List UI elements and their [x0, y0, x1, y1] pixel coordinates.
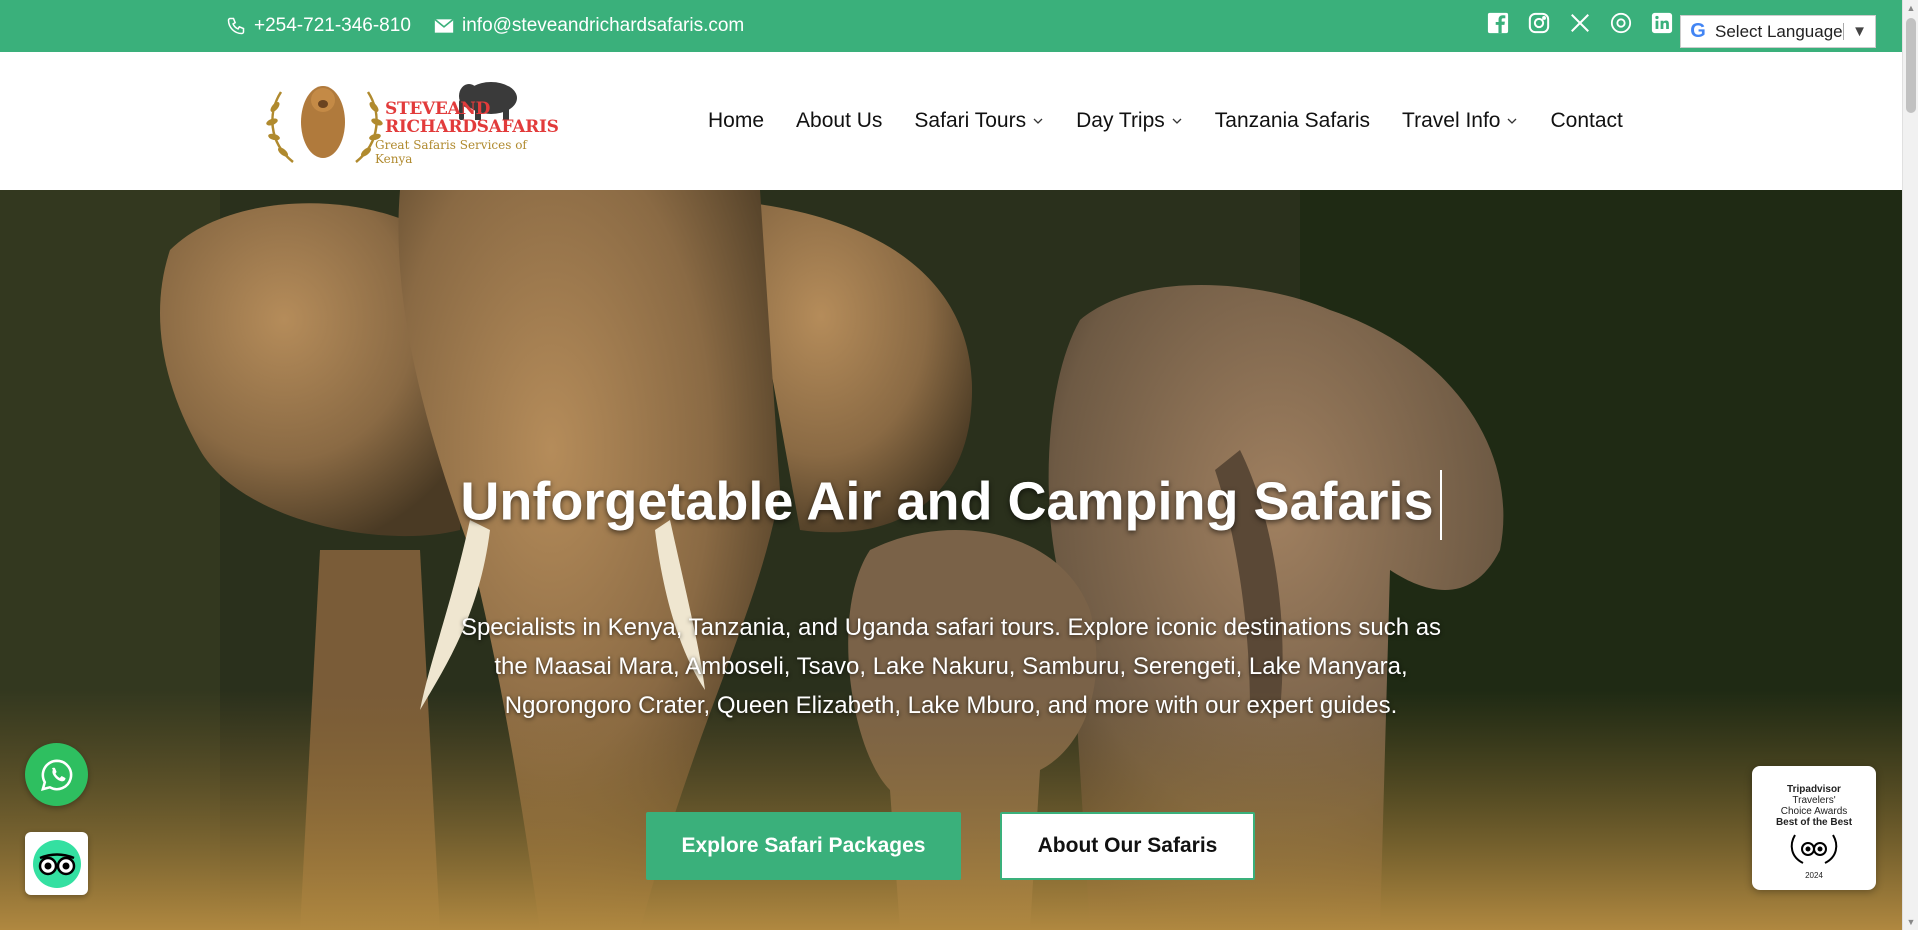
email-address: info@steveandrichardsafaris.com	[462, 15, 745, 36]
nav-home[interactable]: Home	[708, 109, 764, 133]
nav-travel-info[interactable]: Travel Info	[1402, 109, 1518, 133]
nav-tanzania-safaris[interactable]: Tanzania Safaris	[1215, 109, 1370, 133]
hero-section: Unforgetable Air and Camping Safaris Spe…	[0, 190, 1902, 930]
nav-label: Contact	[1550, 109, 1623, 132]
facebook-icon[interactable]	[1486, 11, 1510, 35]
language-selector[interactable]: G Select Language ▼	[1680, 15, 1876, 48]
nav-safari-tours[interactable]: Safari Tours	[914, 109, 1044, 133]
main-nav: Home About Us Safari Tours Day Trips Tan…	[708, 109, 1623, 133]
badge-line2: Travelers'	[1792, 795, 1836, 806]
nav-contact[interactable]: Contact	[1550, 109, 1622, 133]
logo-line2: RICHARDSAFARIS	[385, 117, 559, 137]
explore-safari-packages-button[interactable]: Explore Safari Packages	[646, 812, 961, 880]
nav-label: Tanzania Safaris	[1214, 109, 1371, 132]
hero-subtitle: Specialists in Kenya, Tanzania, and Ugan…	[460, 614, 1442, 719]
email-contact[interactable]: info@steveandrichardsafaris.com	[434, 15, 744, 37]
x-icon[interactable]	[1568, 11, 1592, 35]
dropdown-arrow-icon: ▼	[1843, 23, 1875, 40]
nav-label: About Us	[796, 109, 883, 132]
phone-icon	[226, 16, 246, 36]
badge-year: 2024	[1805, 871, 1823, 880]
site-logo[interactable]: STEVEAND RICHARDSAFARIS Great Safaris Se…	[263, 72, 559, 172]
threads-icon[interactable]	[1609, 11, 1633, 35]
about-our-safaris-button[interactable]: About Our Safaris	[1000, 812, 1255, 880]
badge-brand: Tripadvisor	[1787, 784, 1841, 795]
phone-contact[interactable]: +254-721-346-810	[226, 15, 411, 37]
phone-number: +254-721-346-810	[254, 15, 411, 36]
top-contact-bar: +254-721-346-810 info@steveandrichardsaf…	[0, 0, 1902, 52]
chevron-down-icon	[1508, 118, 1517, 124]
scrollbar-thumb[interactable]	[1906, 18, 1916, 113]
mail-icon	[434, 18, 454, 34]
nav-label: Safari Tours	[914, 109, 1027, 132]
social-links	[1486, 11, 1674, 35]
site-header: STEVEAND RICHARDSAFARIS Great Safaris Se…	[0, 52, 1902, 190]
nav-about-us[interactable]: About Us	[796, 109, 882, 133]
logo-tagline: Great Safaris Services of Kenya	[375, 138, 527, 166]
badge-line4: Best of the Best	[1775, 817, 1853, 828]
nav-day-trips[interactable]: Day Trips	[1076, 109, 1183, 133]
logo-wordmark: STEVEAND RICHARDSAFARIS	[385, 100, 559, 136]
laurel-owl-icon	[1790, 834, 1838, 864]
page-scrollbar[interactable]: ▲ ▼	[1902, 0, 1918, 930]
nav-label: Day Trips	[1076, 109, 1165, 132]
tripadvisor-owl-icon	[32, 839, 81, 888]
chevron-down-icon	[1033, 118, 1043, 124]
nav-label: Home	[708, 109, 765, 132]
chevron-down-icon	[1172, 118, 1182, 124]
hero-title-text: Unforgetable Air and Camping Safaris	[460, 471, 1434, 532]
google-icon: G	[1690, 20, 1706, 42]
tripadvisor-award-badge[interactable]: Tripadvisor Travelers' Choice Awards Bes…	[1752, 766, 1876, 890]
typing-cursor	[1439, 470, 1442, 540]
scroll-up-icon[interactable]: ▲	[1906, 3, 1916, 13]
badge-line3: Choice Awards	[1780, 806, 1848, 817]
instagram-icon[interactable]	[1527, 11, 1551, 35]
whatsapp-icon	[40, 759, 72, 791]
logo-line1: STEVEAND	[385, 99, 491, 119]
language-label: Select Language	[1715, 21, 1843, 41]
hero-title: Unforgetable Air and Camping Safaris	[0, 470, 1902, 540]
linkedin-icon[interactable]	[1650, 11, 1674, 35]
nav-label: Travel Info	[1402, 109, 1501, 132]
tripadvisor-widget-button[interactable]	[25, 832, 88, 895]
scroll-down-icon[interactable]: ▼	[1906, 917, 1916, 927]
whatsapp-chat-button[interactable]	[25, 743, 88, 806]
